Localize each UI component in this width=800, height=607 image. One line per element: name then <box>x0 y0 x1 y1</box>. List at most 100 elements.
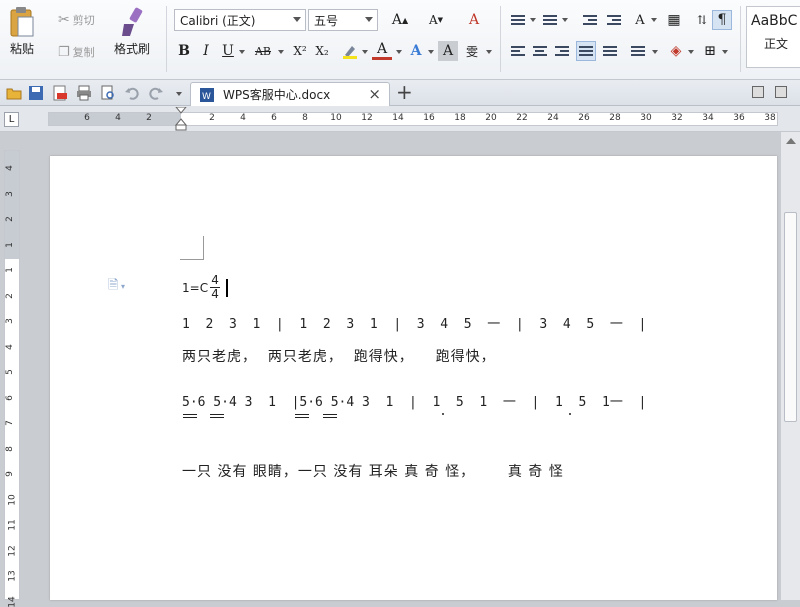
ruler-number: 24 <box>547 113 559 123</box>
vertical-scrollbar[interactable] <box>780 132 800 600</box>
lyrics-line-2: 一只 没有 眼睛，一只 没有 耳朵 真 奇 怪， 真 奇 怪 <box>182 464 564 480</box>
tab-stop-selector[interactable]: L <box>4 112 19 127</box>
text-effect-button[interactable]: A <box>406 41 426 61</box>
cut-button[interactable]: ✂ 剪切 <box>58 12 95 28</box>
export-pdf-icon[interactable] <box>52 85 68 101</box>
borders-icon[interactable]: ⊞ <box>700 41 720 61</box>
chevron-down-icon <box>293 17 301 22</box>
copy-button[interactable]: ❐ 复制 <box>58 44 95 60</box>
underline-button[interactable]: U <box>218 41 238 61</box>
numbered-list-icon[interactable] <box>540 10 560 30</box>
paste-button[interactable]: 粘贴 <box>8 6 36 57</box>
strikethrough-button[interactable]: AB <box>250 41 276 61</box>
style-gallery-item[interactable]: AaBbC 正文 <box>746 6 800 68</box>
table-grid-icon[interactable]: ▦ <box>664 10 684 30</box>
bold-button[interactable]: B <box>174 41 194 61</box>
redo-icon[interactable] <box>148 85 164 101</box>
chevron-down-icon[interactable] <box>176 92 182 96</box>
eighth-note-underline <box>323 414 337 415</box>
ruler-number: 16 <box>423 113 435 123</box>
align-center-icon[interactable] <box>530 41 550 61</box>
vertical-ruler-number: 13 <box>7 570 18 582</box>
ruler-number: 32 <box>671 113 683 123</box>
notation-line-2: 5·6 5·4 3 1 |5·6 5·4 3 1 | 1 5 1 一 | 1 5… <box>182 395 647 410</box>
chinese-layout-icon[interactable]: A <box>630 10 650 30</box>
vertical-ruler-number: 5 <box>4 369 15 375</box>
margin-corner-mark <box>180 236 204 260</box>
scrollbar-thumb[interactable] <box>784 212 797 422</box>
print-icon[interactable] <box>76 85 92 101</box>
ruler-number: 4 <box>115 113 121 123</box>
sort-icon[interactable]: ⇅ <box>692 10 712 30</box>
chevron-down-icon[interactable] <box>652 50 658 54</box>
chevron-down-icon[interactable] <box>651 18 657 22</box>
shrink-font-icon[interactable]: A ▼ <box>426 10 446 30</box>
low-octave-dot <box>569 413 571 415</box>
chevron-down-icon[interactable] <box>530 18 536 22</box>
vertical-ruler[interactable]: 4 3 2 1 1 2 3 4 5 6 7 8 9 10 11 12 13 14 <box>4 150 20 607</box>
format-painter-button[interactable]: 格式刷 <box>114 6 150 57</box>
subscript-button[interactable]: X₂ <box>312 41 332 61</box>
decrease-indent-icon[interactable] <box>580 10 600 30</box>
chevron-down-icon[interactable] <box>722 50 728 54</box>
restore-window-icon[interactable] <box>775 86 787 98</box>
vertical-ruler-number: 4 <box>4 165 15 171</box>
bullet-list-icon[interactable] <box>508 10 528 30</box>
ruler-number: 8 <box>302 113 308 123</box>
vertical-ruler-number: 2 <box>4 292 15 299</box>
eighth-note-underline <box>210 417 224 418</box>
print-preview-icon[interactable] <box>100 85 116 101</box>
font-color-button[interactable]: A <box>372 40 392 60</box>
phonetic-button[interactable]: 雯 <box>462 41 482 61</box>
chevron-down-icon[interactable] <box>239 50 245 54</box>
eighth-note-underline <box>183 414 197 415</box>
paragraph-layout-icon[interactable]: 🗎 ▾ <box>108 276 125 298</box>
font-name-combo[interactable]: Calibri (正文) <box>174 9 306 31</box>
font-size-combo[interactable]: 五号 <box>308 9 378 31</box>
chevron-down-icon[interactable] <box>428 50 434 54</box>
line-spacing-icon[interactable] <box>628 41 648 61</box>
italic-button[interactable]: I <box>196 41 216 61</box>
ruler-number: 10 <box>330 113 342 123</box>
eighth-note-underline <box>295 417 309 418</box>
close-icon[interactable]: × <box>368 85 381 103</box>
clear-format-icon[interactable]: A <box>464 10 484 30</box>
chevron-down-icon[interactable] <box>396 50 402 54</box>
new-tab-button[interactable]: + <box>396 80 413 104</box>
distribute-icon[interactable] <box>600 41 620 61</box>
vertical-ruler-number: 9 <box>4 471 15 477</box>
show-marks-icon[interactable]: ¶ <box>712 10 732 30</box>
cut-label: 剪切 <box>72 14 95 27</box>
chevron-down-icon[interactable] <box>486 50 492 54</box>
open-folder-icon[interactable] <box>6 85 22 101</box>
vertical-ruler-number: 14 <box>7 595 18 607</box>
eighth-note-underline <box>183 417 197 418</box>
undo-icon[interactable] <box>124 85 140 101</box>
highlight-icon[interactable] <box>340 41 360 61</box>
increase-indent-icon[interactable] <box>604 10 624 30</box>
document-page[interactable]: 🗎 ▾ 1=C 4 4 1 2 3 1 | 1 2 3 1 | 3 4 5 一 … <box>50 156 777 600</box>
chevron-down-icon[interactable] <box>362 50 368 54</box>
horizontal-ruler[interactable]: 642 2 4 6 8 10 12 14 16 18 20 22 24 26 28 30 32 34 36 38 <box>48 107 778 131</box>
indent-marker-icon[interactable] <box>175 107 187 131</box>
ruler-number: 2 <box>209 113 215 123</box>
scroll-up-icon[interactable] <box>786 138 796 144</box>
format-painter-label: 格式刷 <box>114 42 151 56</box>
superscript-button[interactable]: X² <box>290 41 310 61</box>
align-left-icon[interactable] <box>508 41 528 61</box>
time-top: 4 <box>211 273 219 287</box>
eighth-note-underline <box>323 417 337 418</box>
chevron-down-icon[interactable] <box>562 18 568 22</box>
grow-font-icon[interactable]: A ▲ <box>390 10 410 30</box>
tab-document[interactable]: W WPS客服中心.docx × <box>190 82 390 106</box>
ruler-number: 34 <box>702 113 714 123</box>
save-icon[interactable] <box>28 85 44 101</box>
minimize-ribbon-icon[interactable] <box>752 86 764 98</box>
fill-shading-icon[interactable]: ◈ <box>666 41 686 61</box>
chevron-down-icon[interactable] <box>278 50 284 54</box>
justify-icon[interactable] <box>576 41 596 61</box>
align-right-icon[interactable] <box>552 41 572 61</box>
char-shading-button[interactable]: A <box>438 41 458 61</box>
ribbon: 粘贴 ✂ 剪切 ❐ 复制 格式刷 Calibri (正文) 五号 A ▲ A ▼ A… <box>0 0 800 80</box>
chevron-down-icon[interactable] <box>688 50 694 54</box>
